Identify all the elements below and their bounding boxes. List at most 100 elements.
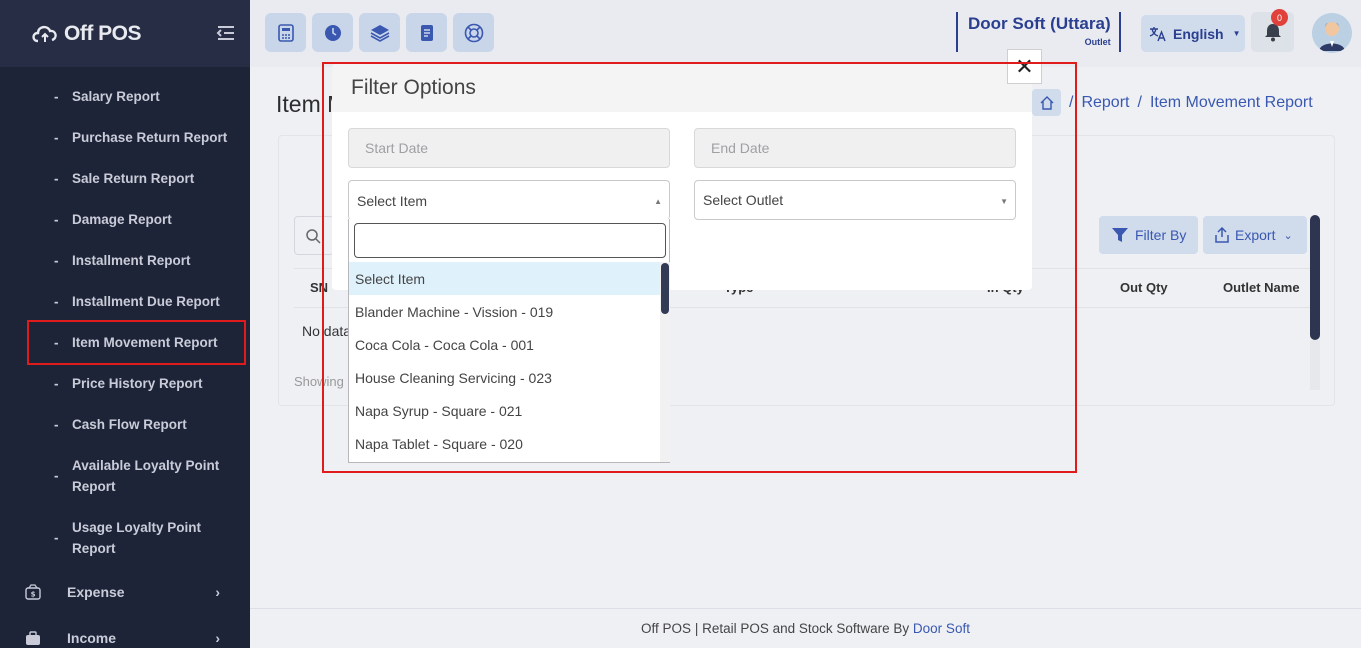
document-button[interactable] [406, 13, 447, 52]
sidebar-item-label: Usage Loyalty Point Report [72, 520, 202, 556]
share-icon [1215, 227, 1229, 243]
lifebuoy-icon [464, 23, 483, 42]
end-date-placeholder: End Date [711, 140, 770, 156]
bullet-dash: - [54, 294, 59, 309]
sidebar-item-sale-return-report[interactable]: - Sale Return Report [0, 158, 250, 199]
column-header-out-qty: Out Qty [1120, 280, 1168, 295]
dropdown-options: Select Item Blander Machine - Vission - … [349, 262, 660, 460]
dropdown-search-input[interactable] [354, 223, 666, 258]
sidebar-group-income[interactable]: Income › [0, 615, 250, 648]
sidebar-item-label: Salary Report [72, 89, 160, 104]
sidebar-item-cash-flow-report[interactable]: - Cash Flow Report [0, 404, 250, 445]
outlet-brand[interactable]: Door Soft (Uttara) Outlet [956, 12, 1121, 52]
column-header-outlet-name: Outlet Name [1223, 280, 1300, 295]
collapse-menu-icon[interactable] [216, 24, 236, 42]
search-icon [306, 229, 321, 244]
sidebar-item-salary-report[interactable]: - Salary Report [0, 76, 250, 117]
outlet-select[interactable]: Select Outlet ▼ [694, 180, 1016, 220]
table-search-input[interactable] [294, 216, 334, 255]
breadcrumb-separator: / [1069, 93, 1074, 111]
dropdown-option[interactable]: Select Item [349, 262, 660, 295]
svg-text:$: $ [31, 591, 36, 599]
dropdown-scrollbar[interactable] [661, 263, 669, 314]
document-icon [420, 24, 433, 41]
export-button[interactable]: Export ⌄ [1203, 216, 1307, 254]
sidebar-item-item-movement-report[interactable]: - Item Movement Report [27, 320, 246, 365]
sidebar-item-purchase-return-report[interactable]: - Purchase Return Report [0, 117, 250, 158]
modal-header: Filter Options [332, 64, 1032, 112]
user-avatar-icon [1312, 13, 1352, 53]
sidebar-item-label: Purchase Return Report [72, 130, 228, 145]
export-label: Export [1235, 227, 1276, 243]
support-button[interactable] [453, 13, 494, 52]
sidebar-item-price-history-report[interactable]: - Price History Report [0, 363, 250, 404]
bullet-dash: - [54, 530, 59, 546]
caret-down-icon: ▼ [1232, 29, 1241, 38]
topbar: Door Soft (Uttara) Outlet English ▼ 0 [250, 0, 1361, 67]
language-selector[interactable]: English ▼ [1141, 15, 1245, 52]
table-scrollbar[interactable] [1310, 215, 1320, 340]
close-icon: ✕ [1015, 53, 1034, 79]
dropdown-option[interactable]: Napa Tablet - Square - 020 [349, 427, 660, 460]
start-date-input[interactable]: Start Date [348, 128, 670, 168]
language-label: English [1173, 25, 1224, 42]
sidebar-item-available-loyalty-point-report[interactable]: - Available Loyalty Point Report [0, 445, 250, 507]
sidebar-item-installment-due-report[interactable]: - Installment Due Report [0, 281, 250, 322]
chevron-down-icon: ⌄ [1283, 229, 1293, 242]
sidebar-item-label: Damage Report [72, 212, 172, 227]
bullet-dash: - [54, 89, 59, 104]
breadcrumb: / Report / Item Movement Report [1032, 89, 1313, 116]
dropdown-option[interactable]: Blander Machine - Vission - 019 [349, 295, 660, 328]
bullet-dash: - [54, 253, 59, 268]
dropdown-option[interactable]: Coca Cola - Coca Cola - 001 [349, 328, 660, 361]
sidebar-item-label: Installment Report [72, 253, 191, 268]
sidebar-item-damage-report[interactable]: - Damage Report [0, 199, 250, 240]
breadcrumb-report-link[interactable]: Report [1081, 94, 1129, 112]
clock-button[interactable] [312, 13, 353, 52]
sidebar-item-label: Price History Report [72, 376, 203, 391]
sidebar: Off POS - Salary Report - Purchase Return … [0, 0, 250, 648]
dropdown-option[interactable]: Napa Syrup - Square - 021 [349, 394, 660, 427]
bullet-dash: - [54, 376, 59, 391]
sidebar-item-usage-loyalty-point-report[interactable]: - Usage Loyalty Point Report [0, 507, 250, 569]
notification-badge: 0 [1271, 9, 1288, 26]
bullet-dash: - [54, 417, 59, 432]
footer-link[interactable]: Door Soft [913, 621, 970, 636]
end-date-input[interactable]: End Date [694, 128, 1016, 168]
dropdown-option[interactable]: House Cleaning Servicing - 023 [349, 361, 660, 394]
sidebar-item-label: Installment Due Report [72, 294, 220, 309]
bullet-dash: - [54, 171, 59, 186]
bullet-dash: - [54, 468, 59, 484]
close-button[interactable]: ✕ [1007, 49, 1042, 84]
layers-button[interactable] [359, 13, 400, 52]
sidebar-group-label: Income [67, 630, 117, 646]
company-name: Door Soft (Uttara) [968, 14, 1111, 33]
caret-down-icon: ▼ [1000, 197, 1008, 206]
layers-icon [370, 24, 389, 42]
avatar[interactable] [1312, 13, 1352, 53]
footer-text: Off POS | Retail POS and Stock Software … [641, 621, 913, 636]
home-icon [1040, 95, 1053, 110]
footer: Off POS | Retail POS and Stock Software … [250, 608, 1361, 648]
home-button[interactable] [1032, 89, 1061, 116]
column-header-sn: SN [310, 280, 329, 295]
caret-up-icon: ▲ [654, 197, 662, 206]
calculator-button[interactable] [265, 13, 306, 52]
calculator-icon [277, 23, 294, 42]
company-sub: Outlet [1084, 37, 1111, 47]
item-select[interactable]: Select Item ▲ [348, 180, 670, 220]
breadcrumb-current: Item Movement Report [1149, 93, 1313, 111]
filter-by-button[interactable]: Filter By [1099, 216, 1198, 254]
wallet-icon: $ [25, 584, 41, 600]
item-dropdown: Select Item Blander Machine - Vission - … [348, 219, 670, 463]
item-select-value: Select Item [357, 192, 428, 209]
logo-text: Off POS [64, 21, 142, 45]
sidebar-group-expense[interactable]: $ Expense › [0, 569, 250, 615]
table-scroll-track [1310, 340, 1320, 390]
cloud-logo-icon [32, 25, 57, 42]
sidebar-item-installment-report[interactable]: - Installment Report [0, 240, 250, 281]
sidebar-item-label: Cash Flow Report [72, 417, 187, 432]
sidebar-logo[interactable]: Off POS [0, 0, 250, 67]
sidebar-item-label: Available Loyalty Point Report [72, 458, 220, 494]
bullet-dash: - [54, 212, 59, 227]
